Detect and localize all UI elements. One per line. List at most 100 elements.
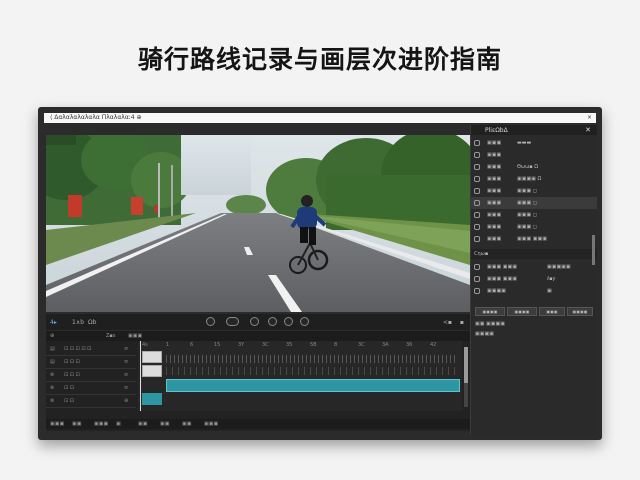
loop-button[interactable]	[284, 317, 293, 326]
rewind-button[interactable]	[226, 317, 239, 326]
transport-label-c: <▪	[442, 319, 452, 326]
panel-section-row[interactable]: ▣▣▣▣ ▣	[471, 285, 597, 297]
track-extra: ≡	[124, 372, 129, 378]
property-label: ▣▣▣	[487, 176, 502, 182]
property-icon	[474, 264, 480, 270]
track-header[interactable]: ⊗ ⊡ ⊡ ≡	[46, 382, 136, 395]
timeline-tracks[interactable]: 4s 1 6 15 3Y 3C 35 5B 8 3C 3A 36 42	[138, 341, 462, 411]
property-icon	[474, 276, 480, 282]
ruler-tick-label: 3C	[262, 342, 269, 348]
property-value[interactable]: ▬▬▬	[517, 140, 531, 146]
close-icon[interactable]: ×	[587, 113, 592, 123]
panel-button[interactable]: ▣▣▣▣	[567, 307, 593, 316]
property-label: ▣▣▣	[487, 188, 502, 194]
ruler-tick-label: 6	[190, 342, 194, 348]
panel-row[interactable]: ▣▣▣ Θωω▪ Ω	[471, 161, 597, 173]
section-row-label: ▣▣▣▣	[487, 288, 506, 294]
property-label: ▣▣▣	[487, 164, 502, 170]
play-button[interactable]	[250, 317, 259, 326]
timeline-footer-item[interactable]: ▣▣	[182, 421, 191, 427]
panel-bottom-label: ▣▣▣▣	[475, 331, 494, 337]
fullscreen-button[interactable]	[300, 317, 309, 326]
section-row-value[interactable]: ▣	[547, 288, 552, 294]
panel-row[interactable]: ▣▣▣ ▬▬▬	[471, 137, 597, 149]
timeline-scrollbar[interactable]	[464, 347, 468, 407]
panel-row[interactable]: ▣▣▣ ▣▣▣ ▣▣▣	[471, 233, 597, 245]
panel-row[interactable]: ▣▣▣ ▣▣▣ ◻	[471, 185, 597, 197]
property-icon	[474, 200, 480, 206]
timeline-footer-item[interactable]: ▣▣▣	[50, 421, 64, 427]
property-icon	[474, 152, 480, 158]
property-label: ▣▣▣	[487, 236, 502, 242]
panel-button[interactable]: ▣▣▣▣	[507, 307, 537, 316]
track-name: ⊡ ⊡ ⊡	[64, 372, 80, 378]
timeline-footer-item[interactable]: ▣▣▣	[94, 421, 108, 427]
scrollbar-thumb[interactable]	[464, 347, 468, 383]
timeline-footer-item[interactable]: ▣▣	[72, 421, 81, 427]
panel-header: PliεΩbΔ ✕	[471, 125, 597, 135]
property-value[interactable]: ▣▣▣▣ Ω	[517, 176, 541, 182]
ruler-tick-label: 42	[430, 342, 437, 348]
property-value[interactable]: Θωω▪ Ω	[517, 164, 538, 170]
panel-row[interactable]: ▣▣▣ ▣▣▣ ◻	[471, 221, 597, 233]
panel-scrollbar[interactable]	[592, 235, 595, 265]
panel-row[interactable]: ▣▣▣ ▣▣▣ ◻	[471, 197, 597, 209]
track-header[interactable]: ⊗ ⊡ ⊡ ⊕	[46, 395, 136, 408]
track-extra: ≡	[124, 359, 129, 365]
forward-button[interactable]	[268, 317, 277, 326]
property-icon	[474, 224, 480, 230]
section-row-label: ▣▣▣ ▣▣▣	[487, 276, 517, 282]
panel-bottom-label: ▣▣ ▣▣▣▣	[475, 321, 505, 327]
property-value[interactable]: ▣▣▣ ◻	[517, 188, 537, 194]
timeline-footer-item[interactable]: ▣▣	[138, 421, 147, 427]
section-row-value[interactable]: ▣▣▣▣▣	[547, 264, 571, 270]
property-label: ▣▣▣	[487, 212, 502, 218]
audio-clip[interactable]	[142, 393, 162, 405]
video-clip-thumbnail[interactable]	[142, 365, 162, 377]
panel-row[interactable]: ▣▣▣	[471, 149, 597, 161]
video-track-strip[interactable]	[166, 355, 458, 363]
timeline-head-tool[interactable]: ▣▣▣	[128, 333, 142, 339]
video-track-strip[interactable]	[166, 367, 458, 375]
ruler-tick-label: 4s	[142, 342, 148, 348]
panel-section-row[interactable]: ▣▣▣ ▣▣▣ ℓ▪y	[471, 273, 597, 285]
panel-section-row[interactable]: ▣▣▣ ▣▣▣ ▣▣▣▣▣	[471, 261, 597, 273]
timeline-footer-item[interactable]: ▣	[116, 421, 121, 427]
ruler-tick-label: 36	[406, 342, 413, 348]
track-extra: ⊕	[124, 398, 129, 404]
skip-back-button[interactable]	[206, 317, 215, 326]
property-label: ▣▣▣	[487, 224, 502, 230]
property-value[interactable]: ▣▣▣ ▣▣▣	[517, 236, 547, 242]
property-icon	[474, 140, 480, 146]
panel-button[interactable]: ▣▣▣	[539, 307, 565, 316]
panel-close-icon[interactable]: ✕	[585, 126, 591, 134]
panel-button[interactable]: ▣▣▣▣	[475, 307, 505, 316]
track-icon: ⊗	[50, 372, 55, 378]
property-value[interactable]: ▣▣▣ ◻	[517, 212, 537, 218]
playhead[interactable]	[140, 341, 141, 411]
track-header[interactable]: ▤ ⊡ ⊡ ⊡ ⊡ ⊡ ≡	[46, 343, 136, 356]
property-value[interactable]: ▣▣▣ ◻	[517, 200, 537, 206]
track-extra: ≡	[124, 385, 129, 391]
track-header[interactable]: ⊗ ⊡ ⊡ ⊡ ≡	[46, 369, 136, 382]
panel-row[interactable]: ▣▣▣ ▣▣▣ ◻	[471, 209, 597, 221]
property-icon	[474, 212, 480, 218]
property-label: ▣▣▣	[487, 200, 502, 206]
video-clip-thumbnail[interactable]	[142, 351, 162, 363]
panel-row[interactable]: ▣▣▣ ▣▣▣▣ Ω	[471, 173, 597, 185]
timeline-footer-item[interactable]: ▣▣▣	[204, 421, 218, 427]
panel-section-header: Cηω▪	[471, 249, 597, 259]
window-title: ⟨ Δαλαλαλαλαλα Πλαλαλα:4 ⊕	[50, 114, 142, 121]
property-value[interactable]: ▣▣▣ ◻	[517, 224, 537, 230]
section-row-value[interactable]: ℓ▪y	[547, 276, 555, 282]
timeline-ruler[interactable]: 4s 1 6 15 3Y 3C 35 5B 8 3C 3A 36 42	[138, 341, 462, 349]
transport-label-b: Ωb	[88, 319, 97, 326]
audio-clip[interactable]	[166, 379, 460, 392]
ruler-tick-label: 3C	[358, 342, 365, 348]
track-header[interactable]: ▤ ⊡ ⊡ ⊡ ≡	[46, 356, 136, 369]
timeline-footer-item[interactable]: ▣▣	[160, 421, 169, 427]
ruler-tick-label: 15	[214, 342, 221, 348]
ruler-tick-label: 1	[166, 342, 170, 348]
timeline-add-icon[interactable]: ⊕	[50, 333, 54, 339]
video-preview[interactable]	[46, 135, 470, 312]
